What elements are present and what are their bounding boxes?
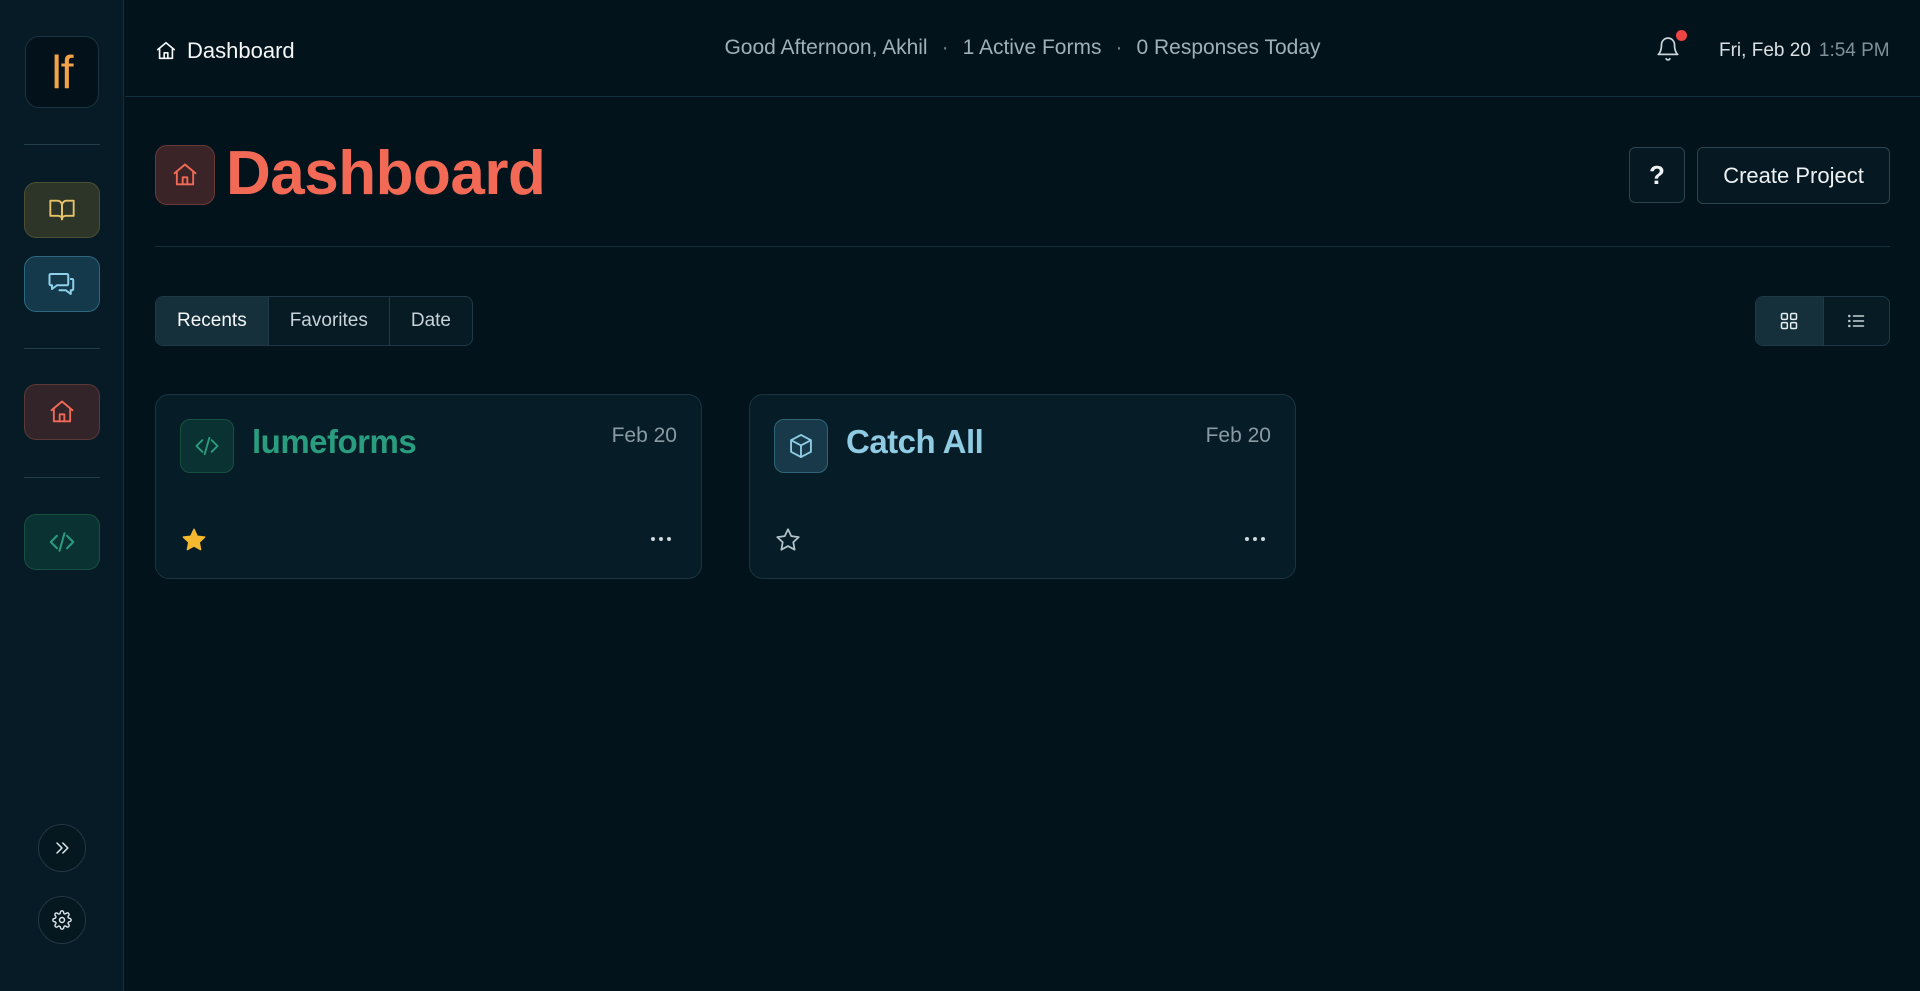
expand-sidebar-button[interactable] [38,824,86,872]
sidebar-divider [24,477,100,478]
bell-icon [1655,36,1681,62]
cube-icon [787,432,815,460]
tab-recents[interactable]: Recents [156,297,269,345]
current-time: 1:54 PM [1818,40,1890,61]
sidebar-item-code[interactable] [24,514,100,570]
list-view-button[interactable] [1822,297,1890,345]
settings-button[interactable] [38,896,86,944]
separator: · [941,36,949,59]
filter-tabs: Recents Favorites Date [155,296,473,346]
more-options-button[interactable] [649,535,673,543]
home-icon [171,161,199,189]
star-outline-icon [774,526,802,554]
project-card[interactable]: lumeforms Feb 20 [155,394,702,579]
active-forms-count: 1 Active Forms [962,36,1102,59]
project-date: Feb 20 [1205,424,1271,447]
chat-bubbles-icon [47,269,77,299]
sidebar-item-book[interactable] [24,182,100,238]
datetime: Fri, Feb 20 1:54 PM [1719,40,1890,62]
project-card[interactable]: Catch All Feb 20 [749,394,1296,579]
greeting-summary: Good Afternoon, Akhil · 1 Active Forms ·… [125,36,1920,60]
top-bar: Dashboard Good Afternoon, Akhil · 1 Acti… [125,0,1920,97]
more-horizontal-icon [1243,535,1267,543]
favorite-toggle[interactable] [180,526,208,554]
home-icon [48,398,76,426]
chevrons-right-icon [52,838,72,858]
code-icon [47,527,77,557]
favorite-toggle[interactable] [774,526,802,554]
grid-view-button[interactable] [1756,297,1823,345]
app-logo[interactable]: lf [25,36,99,108]
project-title: Catch All [846,423,984,460]
star-filled-icon [180,526,208,554]
sidebar-item-chat[interactable] [24,256,100,312]
tab-favorites[interactable]: Favorites [269,297,390,345]
page-icon [155,145,215,205]
header-divider [155,246,1890,247]
sidebar: lf [0,0,124,991]
project-title: lumeforms [252,423,417,460]
book-open-icon [48,196,76,224]
tab-date[interactable]: Date [390,297,472,345]
page-title: Dashboard [226,139,546,208]
project-date: Feb 20 [611,424,677,447]
separator: · [1115,36,1123,59]
grid-view-icon [1779,311,1799,331]
view-toggle [1755,296,1890,346]
notification-badge [1676,30,1687,41]
greeting-text: Good Afternoon, Akhil [724,36,928,59]
sidebar-item-home[interactable] [24,384,100,440]
create-project-button[interactable]: Create Project [1697,147,1890,204]
sidebar-divider [24,348,100,349]
project-icon [180,419,234,473]
help-button[interactable]: ? [1629,147,1685,203]
project-icon [774,419,828,473]
more-options-button[interactable] [1243,535,1267,543]
responses-today-count: 0 Responses Today [1136,36,1321,59]
gear-icon [52,910,72,930]
sidebar-divider [24,144,100,145]
more-horizontal-icon [649,535,673,543]
code-icon [193,432,221,460]
notifications-button[interactable] [1655,30,1687,62]
current-date: Fri, Feb 20 [1719,40,1811,61]
list-view-icon [1846,311,1866,331]
